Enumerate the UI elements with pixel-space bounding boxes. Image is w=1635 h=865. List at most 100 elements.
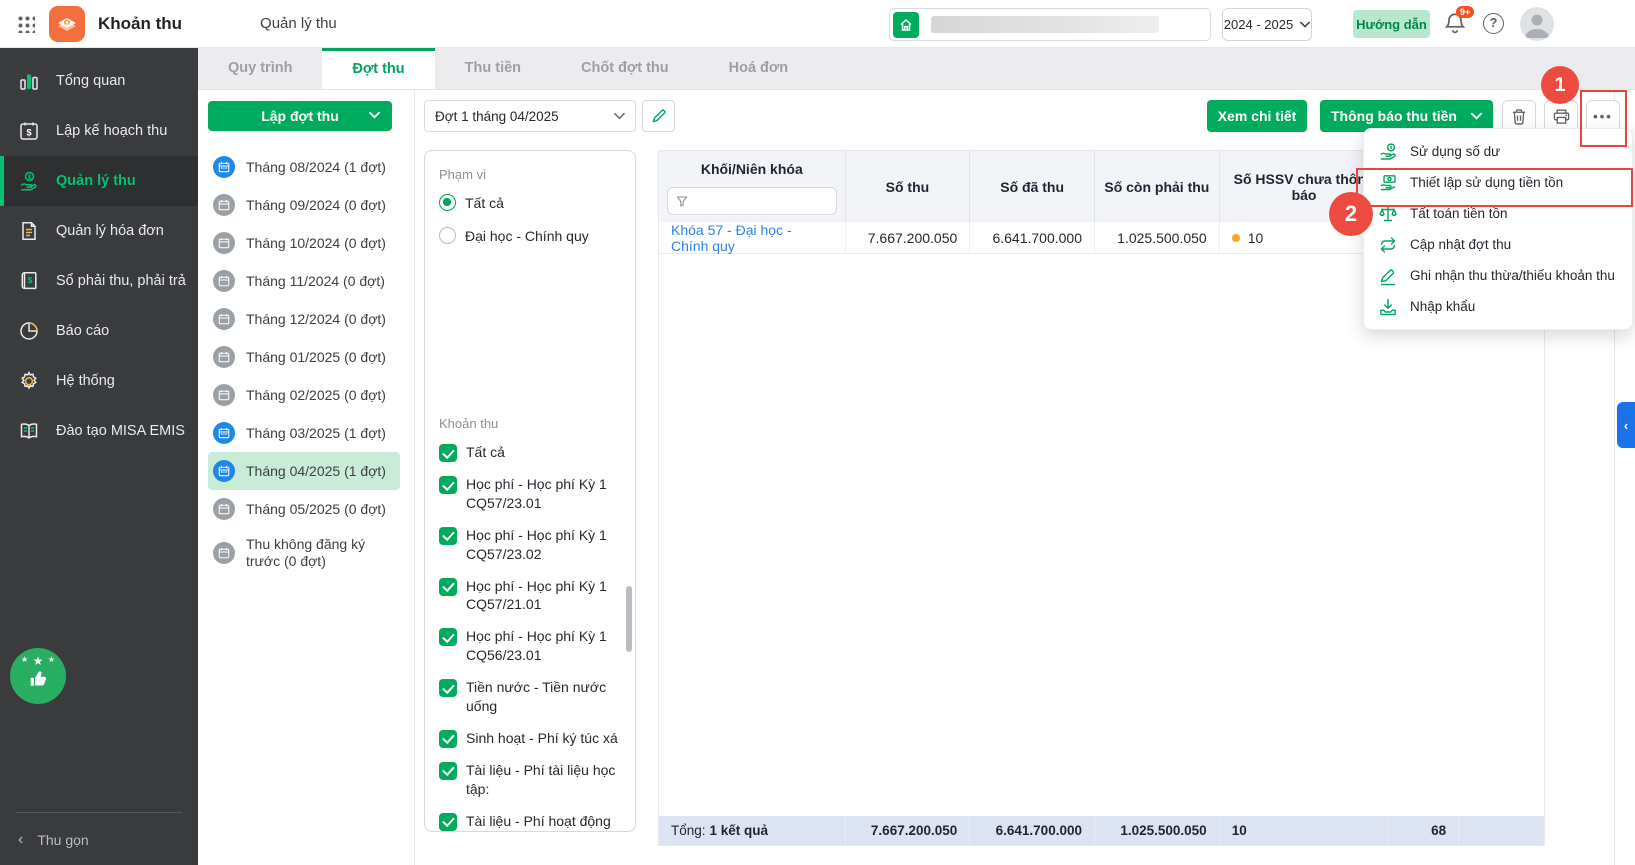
menu-item-cap-nhat-dot-thu[interactable]: Cập nhật đợt thu	[1364, 229, 1632, 260]
scope-label: Phạm vi	[439, 167, 623, 182]
footer-so-da-thu: 6.641.700.000	[970, 816, 1095, 845]
home-icon[interactable]	[893, 12, 919, 38]
top-nav-quan-ly-thu[interactable]: Quản lý thu	[260, 15, 337, 32]
sidebar-item-lap-ke-hoach-thu[interactable]: $ Lập kế hoạch thu	[0, 106, 198, 156]
footer-so-thu: 7.667.200.050	[846, 816, 971, 845]
gear-icon	[17, 369, 41, 393]
radio-icon	[439, 194, 456, 211]
column-header-so-thu[interactable]: Số thu	[846, 151, 971, 222]
fee-option[interactable]: Tất cả	[439, 443, 623, 462]
school-name-redacted	[931, 16, 1159, 33]
checkbox-checked-icon	[439, 444, 457, 462]
invoice-icon	[17, 219, 41, 243]
fee-option[interactable]: Học phí - Học phí Kỳ 1 CQ57/23.01	[439, 475, 623, 513]
feedback-thumbs-up-icon[interactable]: ★ ★ ★	[10, 648, 66, 704]
sidebar-item-tong-quan[interactable]: Tổng quan	[0, 56, 198, 106]
guide-button[interactable]: Hướng dẫn	[1353, 10, 1430, 38]
tab-dot-thu[interactable]: Đợt thu	[322, 48, 434, 89]
fee-option[interactable]: Tài liệu - Phí hoạt động ngoại khóa:	[439, 812, 623, 832]
annotation-step-2: 2	[1329, 192, 1373, 236]
sidebar-item-bao-cao[interactable]: Báo cáo	[0, 306, 198, 356]
fee-option[interactable]: Học phí - Học phí Kỳ 1 CQ57/21.01	[439, 577, 623, 615]
fee-option[interactable]: Tiền nước - Tiền nước uống	[439, 678, 623, 716]
calendar-icon	[213, 422, 235, 444]
sidebar-item-he-thong[interactable]: Hệ thống	[0, 356, 198, 406]
month-item[interactable]: Tháng 11/2024 (0 đợt)	[208, 262, 400, 300]
chevron-left-icon: ‹	[1624, 418, 1628, 433]
table-empty-area	[659, 254, 1544, 816]
checkbox-checked-icon	[439, 679, 457, 697]
notification-badge: 9+	[1456, 6, 1474, 18]
tab-thu-tien[interactable]: Thu tiền	[435, 48, 551, 89]
month-item[interactable]: Tháng 05/2025 (0 đợt)	[208, 490, 400, 528]
calendar-icon	[213, 460, 235, 482]
school-search-input[interactable]	[889, 8, 1211, 41]
fee-option[interactable]: Tài liệu - Phí tài liệu học tập:	[439, 761, 623, 799]
collapse-sidebar-button[interactable]: ‹ Thu gọn	[0, 815, 198, 865]
cell-khoi-nien-khoa: Khóa 57 - Đại học - Chính quy	[659, 222, 846, 253]
notifications-bell-icon[interactable]: 9+	[1444, 11, 1470, 37]
import-icon	[1378, 297, 1398, 317]
school-year-select[interactable]: 2024 - 2025	[1222, 8, 1312, 41]
scope-option-dai-hoc[interactable]: Đại học - Chính quy	[439, 227, 623, 244]
batch-select[interactable]: Đợt 1 tháng 04/2025	[424, 100, 636, 132]
user-avatar[interactable]	[1520, 7, 1554, 41]
edit-batch-button[interactable]	[642, 100, 675, 132]
annotation-box-step1	[1580, 90, 1627, 147]
month-item[interactable]: Tháng 02/2025 (0 đợt)	[208, 376, 400, 414]
sidebar-item-so-phai-thu[interactable]: $ Sổ phải thu, phải trả	[0, 256, 198, 306]
scrollbar-thumb[interactable]	[626, 586, 632, 652]
calendar-icon	[213, 384, 235, 406]
svg-text:$: $	[26, 128, 32, 139]
sidebar-item-dao-tao[interactable]: Đào tạo MISA EMIS	[0, 406, 198, 456]
column-header-so-da-thu[interactable]: Số đã thu	[970, 151, 1095, 222]
chevron-down-icon	[369, 111, 380, 119]
tab-quy-trinh[interactable]: Quy trình	[198, 48, 322, 89]
month-item[interactable]: Tháng 08/2024 (1 đợt)	[208, 148, 400, 186]
footer-col6: 68	[1389, 816, 1459, 845]
expand-right-panel-button[interactable]: ‹	[1617, 402, 1635, 448]
checkbox-checked-icon	[439, 762, 457, 780]
svg-text:$: $	[65, 21, 68, 27]
printer-icon	[1553, 108, 1570, 125]
tab-chot-dot-thu[interactable]: Chốt đợt thu	[551, 48, 699, 89]
cohort-link[interactable]: Khóa 57 - Đại học - Chính quy	[671, 222, 833, 254]
footer-total-label: Tổng:1 kết quả	[659, 816, 846, 845]
scope-option-all[interactable]: Tất cả	[439, 194, 623, 211]
annotation-box-step2	[1356, 168, 1633, 207]
create-batch-button[interactable]: Lập đợt thu	[208, 101, 392, 131]
menu-item-ghi-nhan-thu-thua-thieu[interactable]: Ghi nhận thu thừa/thiếu khoản thu	[1364, 260, 1632, 291]
sidebar-divider	[16, 812, 182, 813]
fee-option[interactable]: Sinh hoạt - Phí ký túc xá	[439, 729, 623, 748]
cell-so-con-phai-thu: 1.025.500.050	[1095, 222, 1220, 253]
fee-option[interactable]: Học phí - Học phí Kỳ 1 CQ57/23.02	[439, 526, 623, 564]
checkbox-checked-icon	[439, 578, 457, 596]
sidebar-item-quan-ly-hoa-don[interactable]: Quản lý hóa đơn	[0, 206, 198, 256]
chevron-left-icon: ‹	[18, 831, 23, 849]
radio-icon	[439, 227, 456, 244]
month-item[interactable]: Tháng 09/2024 (0 đợt)	[208, 186, 400, 224]
month-item[interactable]: Tháng 10/2024 (0 đợt)	[208, 224, 400, 262]
month-item[interactable]: Tháng 12/2024 (0 đợt)	[208, 300, 400, 338]
month-item[interactable]: Tháng 03/2025 (1 đợt)	[208, 414, 400, 452]
app-launcher-icon[interactable]	[17, 15, 35, 33]
checkbox-checked-icon	[439, 813, 457, 831]
month-item[interactable]: Tháng 01/2025 (0 đợt)	[208, 338, 400, 376]
cell-so-thu: 7.667.200.050	[846, 222, 971, 253]
column-header-so-con-phai-thu[interactable]: Số còn phải thu	[1095, 151, 1220, 222]
annotation-step-1: 1	[1541, 66, 1579, 104]
tab-hoa-don[interactable]: Hoá đơn	[699, 48, 818, 89]
fee-option[interactable]: Học phí - Học phí Kỳ 1 CQ56/23.01	[439, 627, 623, 665]
calendar-icon	[213, 194, 235, 216]
view-detail-button[interactable]: Xem chi tiết	[1207, 100, 1307, 132]
column-filter-input[interactable]	[667, 187, 837, 215]
month-item[interactable]: Thu không đăng ký trước (0 đợt)	[208, 528, 400, 578]
month-list-panel: Lập đợt thu Tháng 08/2024 (1 đợt) Tháng …	[198, 90, 415, 865]
calendar-icon	[213, 270, 235, 292]
menu-item-nhap-khau[interactable]: Nhập khẩu	[1364, 291, 1632, 322]
month-item-selected[interactable]: Tháng 04/2025 (1 đợt)	[208, 452, 400, 490]
sidebar-item-quan-ly-thu[interactable]: $ Quản lý thu	[0, 156, 198, 206]
help-icon[interactable]: ?	[1483, 13, 1504, 34]
swap-arrows-icon	[1378, 235, 1398, 255]
calendar-icon	[213, 156, 235, 178]
